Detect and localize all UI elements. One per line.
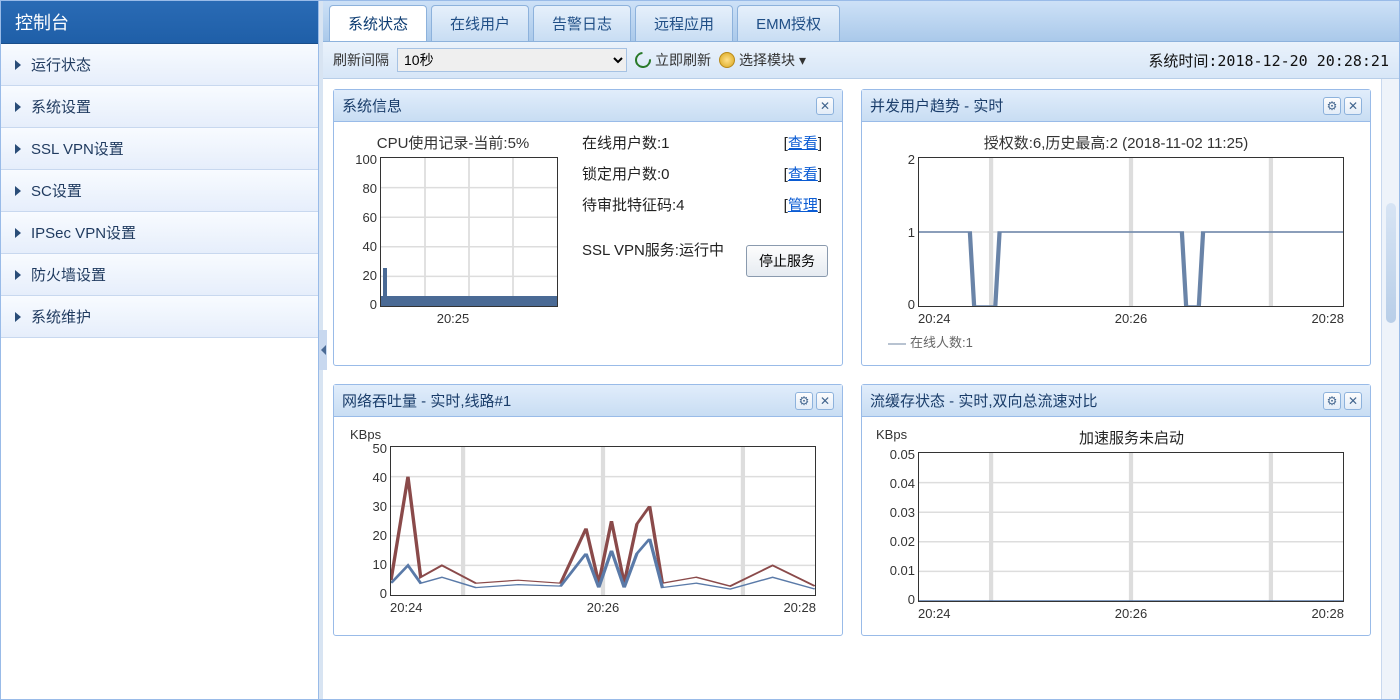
refresh-now-label: 立即刷新 — [655, 50, 711, 70]
sidebar: 控制台 运行状态 系统设置 SSL VPN设置 SC设置 IPSec VPN设置… — [1, 1, 319, 699]
dashboard-panels: 系统信息 ✕ CPU使用记录-当前:5% 100806040200 20:25 — [323, 79, 1381, 699]
panel-title: 流缓存状态 - 实时,双向总流速对比 — [870, 390, 1098, 411]
chevron-left-icon — [321, 345, 326, 355]
close-icon[interactable]: ✕ — [816, 392, 834, 410]
sidebar-item-label: 防火墙设置 — [31, 264, 106, 285]
tab-online-users[interactable]: 在线用户 — [431, 5, 529, 41]
sidebar-item-4[interactable]: IPSec VPN设置 — [1, 212, 318, 254]
sidebar-item-label: 运行状态 — [31, 54, 91, 75]
panel-title: 并发用户趋势 - 实时 — [870, 95, 1003, 116]
manage-pending-link[interactable]: 管理 — [788, 197, 818, 214]
user-trend-chart: 210 — [918, 157, 1344, 307]
panel-buffer-status: 流缓存状态 - 实时,双向总流速对比 ⚙ ✕ KBps加速服务未启动 0.050… — [861, 384, 1371, 636]
panel-user-trend: 并发用户趋势 - 实时 ⚙ ✕ 授权数:6,历史最高:2 (2018-11-02… — [861, 89, 1371, 366]
gear-icon[interactable]: ⚙ — [1323, 97, 1341, 115]
panel-title: 系统信息 — [342, 95, 402, 116]
sidebar-title: 控制台 — [1, 1, 318, 44]
gear-icon[interactable]: ⚙ — [1323, 392, 1341, 410]
panel-throughput: 网络吞吐量 - 实时,线路#1 ⚙ ✕ KBps 50403020100 — [333, 384, 843, 636]
chevron-right-icon — [15, 228, 21, 238]
user-trend-subtitle: 授权数:6,历史最高:2 (2018-11-02 11:25) — [876, 132, 1356, 153]
sidebar-item-6[interactable]: 系统维护 — [1, 296, 318, 338]
view-online-users-link[interactable]: 查看 — [788, 135, 818, 152]
sidebar-item-3[interactable]: SC设置 — [1, 170, 318, 212]
throughput-chart: 50403020100 — [390, 446, 816, 596]
tab-remote-app[interactable]: 远程应用 — [635, 5, 733, 41]
choose-module-label: 选择模块 — [739, 50, 795, 70]
throughput-ylabel: KBps — [350, 427, 828, 442]
sidebar-item-2[interactable]: SSL VPN设置 — [1, 128, 318, 170]
scrollbar-thumb[interactable] — [1386, 203, 1396, 323]
tab-alarm-log[interactable]: 告警日志 — [533, 5, 631, 41]
chevron-right-icon — [15, 60, 21, 70]
sidebar-item-label: IPSec VPN设置 — [31, 222, 136, 243]
sidebar-item-0[interactable]: 运行状态 — [1, 44, 318, 86]
module-icon — [719, 52, 735, 68]
view-locked-users-link[interactable]: 查看 — [788, 166, 818, 183]
close-icon[interactable]: ✕ — [1344, 97, 1362, 115]
chevron-right-icon — [15, 270, 21, 280]
stop-service-button[interactable]: 停止服务 — [746, 245, 828, 277]
panel-title: 网络吞吐量 - 实时,线路#1 — [342, 390, 511, 411]
system-time: 系统时间:2018-12-20 20:28:21 — [1148, 50, 1389, 71]
gear-icon[interactable]: ⚙ — [795, 392, 813, 410]
buffer-chart: 0.050.040.030.020.010 — [918, 452, 1344, 602]
cpu-chart-xtick: 20:25 — [348, 311, 558, 326]
chevron-right-icon — [15, 102, 21, 112]
choose-module-button[interactable]: 选择模块 ▾ — [719, 50, 806, 70]
cpu-chart-title: CPU使用记录-当前:5% — [348, 132, 558, 153]
toolbar: 刷新间隔 10秒 立即刷新 选择模块 ▾ 系统时间:2018-12-20 20:… — [323, 42, 1399, 79]
buffer-subtitle: 加速服务未启动 — [907, 427, 1356, 448]
sidebar-item-label: 系统维护 — [31, 306, 91, 327]
buffer-ylabel: KBps — [876, 427, 907, 448]
tab-emm-license[interactable]: EMM授权 — [737, 5, 840, 41]
sidebar-item-5[interactable]: 防火墙设置 — [1, 254, 318, 296]
sidebar-item-label: SSL VPN设置 — [31, 138, 124, 159]
chevron-right-icon — [15, 312, 21, 322]
panel-system-info: 系统信息 ✕ CPU使用记录-当前:5% 100806040200 20:25 — [333, 89, 843, 366]
close-icon[interactable]: ✕ — [816, 97, 834, 115]
dropdown-icon: ▾ — [799, 52, 806, 69]
sidebar-item-label: 系统设置 — [31, 96, 91, 117]
scrollbar[interactable] — [1381, 79, 1399, 699]
user-trend-legend: 在线人数:1 — [888, 332, 1356, 351]
sidebar-item-label: SC设置 — [31, 180, 82, 201]
chevron-right-icon — [15, 186, 21, 196]
chevron-right-icon — [15, 144, 21, 154]
refresh-interval-select[interactable]: 10秒 — [397, 48, 627, 72]
sidebar-item-1[interactable]: 系统设置 — [1, 86, 318, 128]
tabbar: 系统状态 在线用户 告警日志 远程应用 EMM授权 — [323, 1, 1399, 42]
refresh-icon — [632, 49, 655, 72]
sidebar-collapse-handle[interactable] — [319, 330, 327, 370]
refresh-now-button[interactable]: 立即刷新 — [635, 50, 711, 70]
tab-system-status[interactable]: 系统状态 — [329, 5, 427, 41]
main: 系统状态 在线用户 告警日志 远程应用 EMM授权 刷新间隔 10秒 立即刷新 … — [319, 1, 1399, 699]
refresh-interval-label: 刷新间隔 — [333, 50, 389, 70]
cpu-chart: CPU使用记录-当前:5% 100806040200 20:25 — [348, 132, 558, 326]
close-icon[interactable]: ✕ — [1344, 392, 1362, 410]
